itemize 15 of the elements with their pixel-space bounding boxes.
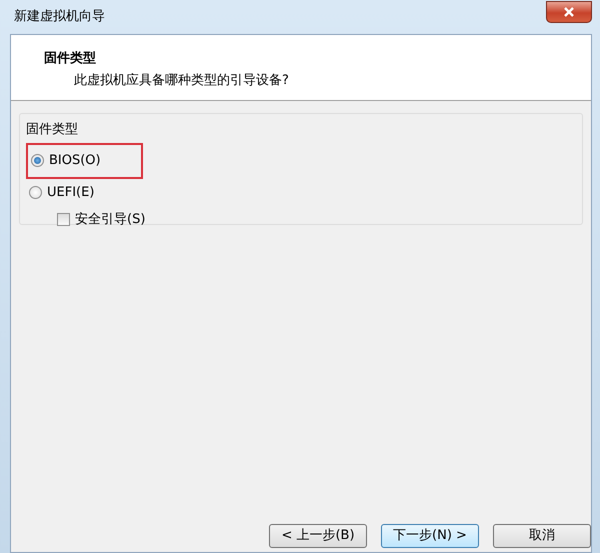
window-title: 新建虚拟机向导 [13,8,105,26]
option-label[interactable]: 安全引导(S) [75,210,146,229]
checkbox[interactable] [57,212,70,226]
radio-button[interactable] [31,154,44,168]
wizard-button[interactable]: < 上一步(B) [269,524,367,548]
close-button[interactable] [546,1,592,23]
wizard-button[interactable]: 下一步(N) > [381,524,479,548]
page-heading: 固件类型 [44,50,97,68]
group-title: 固件类型 [26,122,78,137]
wizard-button[interactable]: 取消 [493,524,591,548]
close-icon [563,7,575,17]
radio-button[interactable] [29,186,42,199]
option-label[interactable]: BIOS(O) [49,151,101,170]
page-description: 此虚拟机应具备哪种类型的引导设备? [73,72,290,90]
option-label[interactable]: UEFI(E) [47,182,94,202]
